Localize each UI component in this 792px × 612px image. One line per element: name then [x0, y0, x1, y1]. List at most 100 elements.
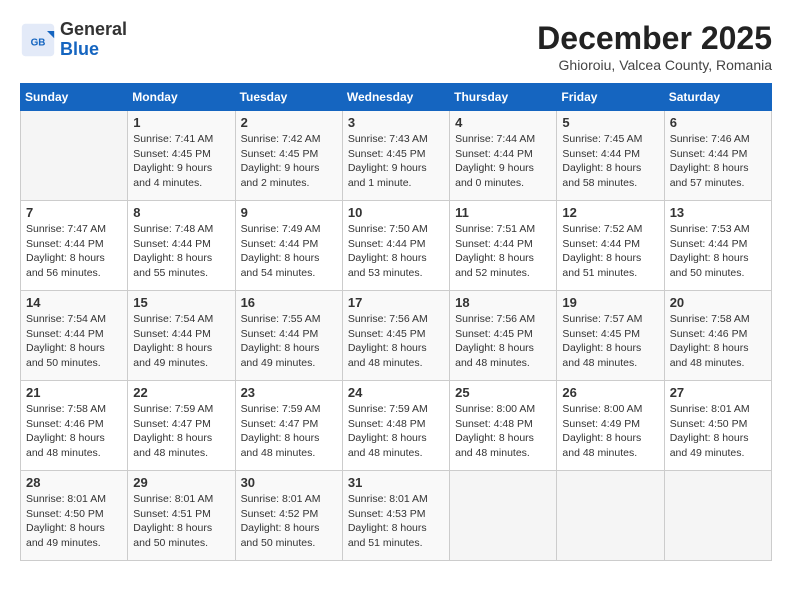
day-number: 5: [562, 115, 658, 130]
calendar-cell: 4Sunrise: 7:44 AMSunset: 4:44 PMDaylight…: [450, 111, 557, 201]
calendar-week-row: 28 Sunrise: 8:01 AMSunset: 4:50 PMDayligh…: [21, 471, 772, 561]
calendar-cell: 24 Sunrise: 7:59 AMSunset: 4:48 PMDayligh…: [342, 381, 449, 471]
day-info: Sunrise: 7:56 AMSunset: 4:45 PMDaylight:…: [455, 312, 551, 371]
calendar-cell: 31Sunrise: 8:01 AMSunset: 4:53 PMDayligh…: [342, 471, 449, 561]
day-info: Sunrise: 8:00 AMSunset: 4:49 PMDaylight:…: [562, 402, 658, 461]
calendar-cell: 8 Sunrise: 7:48 AMSunset: 4:44 PMDaylight…: [128, 201, 235, 291]
day-info: Sunrise: 7:48 AMSunset: 4:44 PMDaylight:…: [133, 222, 229, 281]
calendar-cell: 28 Sunrise: 8:01 AMSunset: 4:50 PMDayligh…: [21, 471, 128, 561]
day-info: Sunrise: 8:01 AMSunset: 4:50 PMDaylight:…: [26, 492, 122, 551]
day-number: 27: [670, 385, 766, 400]
calendar-cell: 27 Sunrise: 8:01 AMSunset: 4:50 PMDayligh…: [664, 381, 771, 471]
calendar-cell: 10 Sunrise: 7:50 AMSunset: 4:44 PMDayligh…: [342, 201, 449, 291]
calendar-cell: [557, 471, 664, 561]
logo-general-text: General: [60, 19, 127, 39]
day-info: Sunrise: 7:59 AMSunset: 4:47 PMDaylight:…: [133, 402, 229, 461]
logo-blue-text: Blue: [60, 39, 99, 59]
day-info: Sunrise: 8:00 AMSunset: 4:48 PMDaylight:…: [455, 402, 551, 461]
day-number: 28: [26, 475, 122, 490]
day-info: Sunrise: 8:01 AMSunset: 4:52 PMDaylight:…: [241, 492, 337, 551]
day-info: Sunrise: 8:01 AMSunset: 4:51 PMDaylight:…: [133, 492, 229, 551]
calendar-cell: 6 Sunrise: 7:46 AMSunset: 4:44 PMDaylight…: [664, 111, 771, 201]
day-info: Sunrise: 7:50 AMSunset: 4:44 PMDaylight:…: [348, 222, 444, 281]
header-saturday: Saturday: [664, 84, 771, 111]
day-info: Sunrise: 7:59 AMSunset: 4:48 PMDaylight:…: [348, 402, 444, 461]
day-info: Sunrise: 7:43 AMSunset: 4:45 PMDaylight:…: [348, 132, 444, 191]
calendar-cell: 1 Sunrise: 7:41 AMSunset: 4:45 PMDaylight…: [128, 111, 235, 201]
calendar-cell: 26Sunrise: 8:00 AMSunset: 4:49 PMDayligh…: [557, 381, 664, 471]
calendar-cell: [664, 471, 771, 561]
calendar-cell: 16 Sunrise: 7:55 AMSunset: 4:44 PMDayligh…: [235, 291, 342, 381]
calendar-cell: 2Sunrise: 7:42 AMSunset: 4:45 PMDaylight…: [235, 111, 342, 201]
calendar-cell: 9Sunrise: 7:49 AMSunset: 4:44 PMDaylight…: [235, 201, 342, 291]
calendar-cell: 11 Sunrise: 7:51 AMSunset: 4:44 PMDayligh…: [450, 201, 557, 291]
header-monday: Monday: [128, 84, 235, 111]
day-info: Sunrise: 7:52 AMSunset: 4:44 PMDaylight:…: [562, 222, 658, 281]
day-info: Sunrise: 7:53 AMSunset: 4:44 PMDaylight:…: [670, 222, 766, 281]
month-title: December 2025: [537, 20, 772, 57]
day-number: 11: [455, 205, 551, 220]
day-info: Sunrise: 7:41 AMSunset: 4:45 PMDaylight:…: [133, 132, 229, 191]
day-info: Sunrise: 7:51 AMSunset: 4:44 PMDaylight:…: [455, 222, 551, 281]
day-info: Sunrise: 7:54 AMSunset: 4:44 PMDaylight:…: [133, 312, 229, 371]
header-wednesday: Wednesday: [342, 84, 449, 111]
svg-text:GB: GB: [31, 37, 46, 48]
day-number: 8: [133, 205, 229, 220]
day-number: 30: [241, 475, 337, 490]
day-number: 15: [133, 295, 229, 310]
day-number: 6: [670, 115, 766, 130]
logo-icon: GB: [20, 22, 56, 58]
calendar-week-row: 7Sunrise: 7:47 AMSunset: 4:44 PMDaylight…: [21, 201, 772, 291]
calendar-cell: 13 Sunrise: 7:53 AMSunset: 4:44 PMDayligh…: [664, 201, 771, 291]
header-sunday: Sunday: [21, 84, 128, 111]
day-number: 24: [348, 385, 444, 400]
day-number: 20: [670, 295, 766, 310]
calendar-week-row: 14Sunrise: 7:54 AMSunset: 4:44 PMDayligh…: [21, 291, 772, 381]
calendar-cell: 23 Sunrise: 7:59 AMSunset: 4:47 PMDayligh…: [235, 381, 342, 471]
day-info: Sunrise: 7:58 AMSunset: 4:46 PMDaylight:…: [26, 402, 122, 461]
day-info: Sunrise: 7:45 AMSunset: 4:44 PMDaylight:…: [562, 132, 658, 191]
calendar-week-row: 1 Sunrise: 7:41 AMSunset: 4:45 PMDaylight…: [21, 111, 772, 201]
day-number: 7: [26, 205, 122, 220]
calendar-cell: 14Sunrise: 7:54 AMSunset: 4:44 PMDayligh…: [21, 291, 128, 381]
day-info: Sunrise: 8:01 AMSunset: 4:50 PMDaylight:…: [670, 402, 766, 461]
day-info: Sunrise: 7:56 AMSunset: 4:45 PMDaylight:…: [348, 312, 444, 371]
title-block: December 2025 Ghioroiu, Valcea County, R…: [537, 20, 772, 73]
calendar-cell: 12 Sunrise: 7:52 AMSunset: 4:44 PMDayligh…: [557, 201, 664, 291]
day-number: 10: [348, 205, 444, 220]
day-info: Sunrise: 7:44 AMSunset: 4:44 PMDaylight:…: [455, 132, 551, 191]
calendar-cell: 5 Sunrise: 7:45 AMSunset: 4:44 PMDaylight…: [557, 111, 664, 201]
header-friday: Friday: [557, 84, 664, 111]
logo: GB General Blue: [20, 20, 127, 60]
day-number: 21: [26, 385, 122, 400]
day-number: 23: [241, 385, 337, 400]
calendar-cell: 7Sunrise: 7:47 AMSunset: 4:44 PMDaylight…: [21, 201, 128, 291]
day-info: Sunrise: 7:46 AMSunset: 4:44 PMDaylight:…: [670, 132, 766, 191]
day-info: Sunrise: 7:59 AMSunset: 4:47 PMDaylight:…: [241, 402, 337, 461]
day-number: 13: [670, 205, 766, 220]
day-info: Sunrise: 8:01 AMSunset: 4:53 PMDaylight:…: [348, 492, 444, 551]
calendar-cell: 18Sunrise: 7:56 AMSunset: 4:45 PMDayligh…: [450, 291, 557, 381]
calendar-cell: 20 Sunrise: 7:58 AMSunset: 4:46 PMDayligh…: [664, 291, 771, 381]
day-number: 16: [241, 295, 337, 310]
calendar-cell: [450, 471, 557, 561]
header-thursday: Thursday: [450, 84, 557, 111]
day-info: Sunrise: 7:58 AMSunset: 4:46 PMDaylight:…: [670, 312, 766, 371]
day-number: 17: [348, 295, 444, 310]
calendar-cell: 21 Sunrise: 7:58 AMSunset: 4:46 PMDayligh…: [21, 381, 128, 471]
calendar-cell: 19Sunrise: 7:57 AMSunset: 4:45 PMDayligh…: [557, 291, 664, 381]
day-info: Sunrise: 7:55 AMSunset: 4:44 PMDaylight:…: [241, 312, 337, 371]
day-number: 12: [562, 205, 658, 220]
calendar-cell: 15 Sunrise: 7:54 AMSunset: 4:44 PMDayligh…: [128, 291, 235, 381]
calendar-cell: [21, 111, 128, 201]
day-number: 1: [133, 115, 229, 130]
day-info: Sunrise: 7:54 AMSunset: 4:44 PMDaylight:…: [26, 312, 122, 371]
calendar-table: SundayMondayTuesdayWednesdayThursdayFrid…: [20, 83, 772, 561]
day-number: 25: [455, 385, 551, 400]
calendar-cell: 3Sunrise: 7:43 AMSunset: 4:45 PMDaylight…: [342, 111, 449, 201]
day-number: 9: [241, 205, 337, 220]
day-number: 22: [133, 385, 229, 400]
day-info: Sunrise: 7:57 AMSunset: 4:45 PMDaylight:…: [562, 312, 658, 371]
header-tuesday: Tuesday: [235, 84, 342, 111]
day-number: 2: [241, 115, 337, 130]
